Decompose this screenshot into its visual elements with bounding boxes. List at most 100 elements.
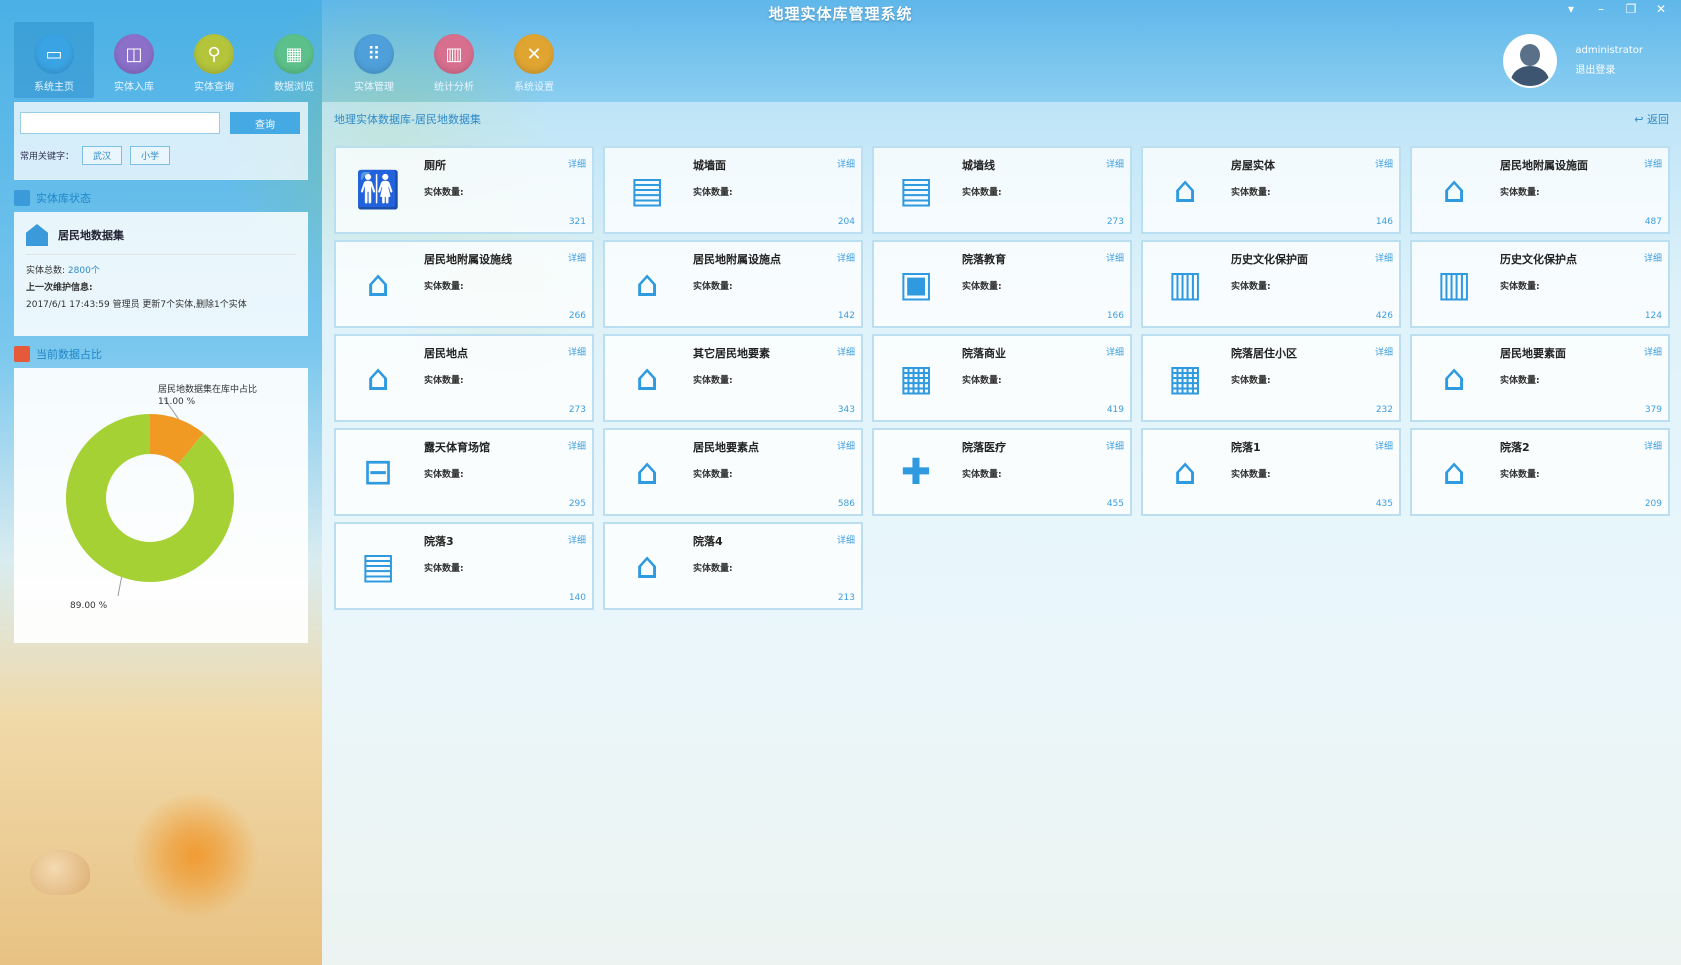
card-count: 232: [1375, 405, 1393, 415]
detail-link[interactable]: 详细: [1375, 251, 1393, 264]
detail-link[interactable]: 详细: [837, 251, 855, 264]
nav-item-3[interactable]: ▦ 数据浏览: [254, 22, 334, 98]
dataset-card[interactable]: ⌂ 居民地附属设施面 实体数量: 详细 487: [1410, 146, 1670, 234]
detail-link[interactable]: 详细: [1106, 157, 1124, 170]
dataset-card[interactable]: ▥ 历史文化保护面 实体数量: 详细 426: [1141, 240, 1401, 328]
open-book-icon: ▥: [1167, 264, 1202, 305]
detail-link[interactable]: 详细: [1644, 157, 1662, 170]
nav-item-1[interactable]: ◫ 实体入库: [94, 22, 174, 98]
keyword-primary-school[interactable]: 小学: [130, 146, 171, 165]
detail-link[interactable]: 详细: [1644, 345, 1662, 358]
card-count-label: 实体数量:: [424, 282, 464, 292]
dataset-card[interactable]: ⌂ 院落2 实体数量: 详细 209: [1410, 428, 1670, 516]
dataset-card[interactable]: ▤ 院落3 实体数量: 详细 140: [334, 522, 594, 610]
nav-item-5[interactable]: ▥ 统计分析: [414, 22, 494, 98]
dataset-card[interactable]: ▣ 院落教育 实体数量: 详细 166: [872, 240, 1132, 328]
detail-link[interactable]: 详细: [568, 157, 586, 170]
dataset-card[interactable]: ⌂ 居民地要素面 实体数量: 详细 379: [1410, 334, 1670, 422]
nav-label: 系统主页: [34, 82, 74, 93]
dataset-card[interactable]: ▤ 城墙线 实体数量: 详细 273: [872, 146, 1132, 234]
nav-item-4[interactable]: ⠿ 实体管理: [334, 22, 414, 98]
house-dots-icon: ⌂: [635, 358, 659, 399]
user-name: administrator: [1575, 45, 1643, 56]
donut-slice-1[interactable]: [66, 414, 234, 582]
dataset-card[interactable]: ▤ 城墙面 实体数量: 详细 204: [603, 146, 863, 234]
total-label: 实体总数:: [26, 266, 66, 276]
dataset-card[interactable]: ⌂ 居民地附属设施线 实体数量: 详细 266: [334, 240, 594, 328]
detail-link[interactable]: 详细: [837, 439, 855, 452]
dataset-card[interactable]: ▥ 历史文化保护点 实体数量: 详细 124: [1410, 240, 1670, 328]
detail-link[interactable]: 详细: [568, 439, 586, 452]
card-name: 其它居民地要素: [693, 347, 770, 360]
nav-label: 实体管理: [354, 82, 394, 93]
logout-link[interactable]: 退出登录: [1575, 61, 1643, 81]
browse-icon: ▦: [274, 34, 314, 74]
menu-icon[interactable]: ▾: [1563, 2, 1579, 16]
dataset-card[interactable]: 🚻 厕所 实体数量: 详细 321: [334, 146, 594, 234]
detail-link[interactable]: 详细: [1375, 439, 1393, 452]
dataset-card[interactable]: ⌂ 房屋实体 实体数量: 详细 146: [1141, 146, 1401, 234]
detail-link[interactable]: 详细: [1106, 439, 1124, 452]
card-count: 166: [1106, 311, 1124, 321]
search-icon: ⚲: [194, 34, 234, 74]
maximize-icon[interactable]: ❐: [1623, 2, 1639, 16]
detail-link[interactable]: 详细: [837, 157, 855, 170]
house-edit-icon: ⌂: [1442, 358, 1466, 399]
card-count: 209: [1644, 499, 1662, 509]
card-count-label: 实体数量:: [424, 470, 464, 480]
detail-link[interactable]: 详细: [837, 533, 855, 546]
detail-link[interactable]: 详细: [1375, 345, 1393, 358]
wall-icon: ▤: [629, 170, 664, 211]
close-icon[interactable]: ✕: [1653, 2, 1669, 16]
detail-link[interactable]: 详细: [568, 345, 586, 358]
detail-link[interactable]: 详细: [1644, 251, 1662, 264]
keyword-wuhan[interactable]: 武汉: [82, 146, 123, 165]
back-button[interactable]: ↩ 返回: [1634, 111, 1669, 127]
detail-link[interactable]: 详细: [568, 533, 586, 546]
detail-link[interactable]: 详细: [1644, 439, 1662, 452]
dataset-card[interactable]: ⌂ 院落4 实体数量: 详细 213: [603, 522, 863, 610]
card-count: 321: [568, 217, 586, 227]
minimize-icon[interactable]: –: [1593, 2, 1609, 16]
search-input[interactable]: [20, 112, 220, 134]
left-panel: 查询 常用关键字： 武汉 小学 实体库状态 居民地数据集 实体总数: 2800个…: [14, 102, 308, 643]
card-name: 房屋实体: [1231, 159, 1275, 172]
card-count-label: 实体数量:: [1500, 188, 1540, 198]
dataset-card[interactable]: ⌂ 居民地附属设施点 实体数量: 详细 142: [603, 240, 863, 328]
status-card: 居民地数据集 实体总数: 2800个 上一次维护信息: 2017/6/1 17:…: [14, 212, 308, 336]
card-count: 586: [837, 499, 855, 509]
dataset-card[interactable]: ▦ 院落商业 实体数量: 详细 419: [872, 334, 1132, 422]
detail-link[interactable]: 详细: [837, 345, 855, 358]
dataset-card[interactable]: ⌂ 居民地点 实体数量: 详细 273: [334, 334, 594, 422]
detail-link[interactable]: 详细: [1106, 251, 1124, 264]
dataset-card[interactable]: ⊟ 露天体育场馆 实体数量: 详细 295: [334, 428, 594, 516]
app-title: 地理实体库管理系统: [768, 5, 913, 23]
nav-item-2[interactable]: ⚲ 实体查询: [174, 22, 254, 98]
detail-link[interactable]: 详细: [1106, 345, 1124, 358]
house-line-icon: ⌂: [366, 264, 390, 305]
dataset-card[interactable]: ⌂ 其它居民地要素 实体数量: 详细 343: [603, 334, 863, 422]
card-count-label: 实体数量:: [962, 376, 1002, 386]
card-count: 379: [1644, 405, 1662, 415]
card-name: 露天体育场馆: [424, 441, 490, 454]
card-name: 院落教育: [962, 253, 1006, 266]
dataset-card[interactable]: ⌂ 居民地要素点 实体数量: 详细 586: [603, 428, 863, 516]
card-count: 213: [837, 593, 855, 603]
search-button[interactable]: 查询: [230, 112, 300, 134]
card-count-label: 实体数量:: [693, 376, 733, 386]
nav-item-6[interactable]: ✕ 系统设置: [494, 22, 574, 98]
nav-item-0[interactable]: ▭ 系统主页: [14, 22, 94, 98]
dataset-card[interactable]: ▦ 院落居住小区 实体数量: 详细 232: [1141, 334, 1401, 422]
keyword-label: 常用关键字：: [20, 152, 75, 162]
card-count: 266: [568, 311, 586, 321]
card-name: 院落居住小区: [1231, 347, 1297, 360]
dataset-card[interactable]: ✚ 院落医疗 实体数量: 详细 455: [872, 428, 1132, 516]
detail-link[interactable]: 详细: [1375, 157, 1393, 170]
card-name: 院落4: [693, 535, 723, 548]
avatar[interactable]: [1503, 34, 1558, 88]
detail-link[interactable]: 详细: [568, 251, 586, 264]
database-icon: ◫: [114, 34, 154, 74]
dataset-card[interactable]: ⌂ 院落1 实体数量: 详细 435: [1141, 428, 1401, 516]
search-panel: 查询 常用关键字： 武汉 小学: [14, 102, 308, 180]
donut-chart: 居民地数据集在库中占比 11.00 % 89.00 %: [66, 383, 257, 611]
